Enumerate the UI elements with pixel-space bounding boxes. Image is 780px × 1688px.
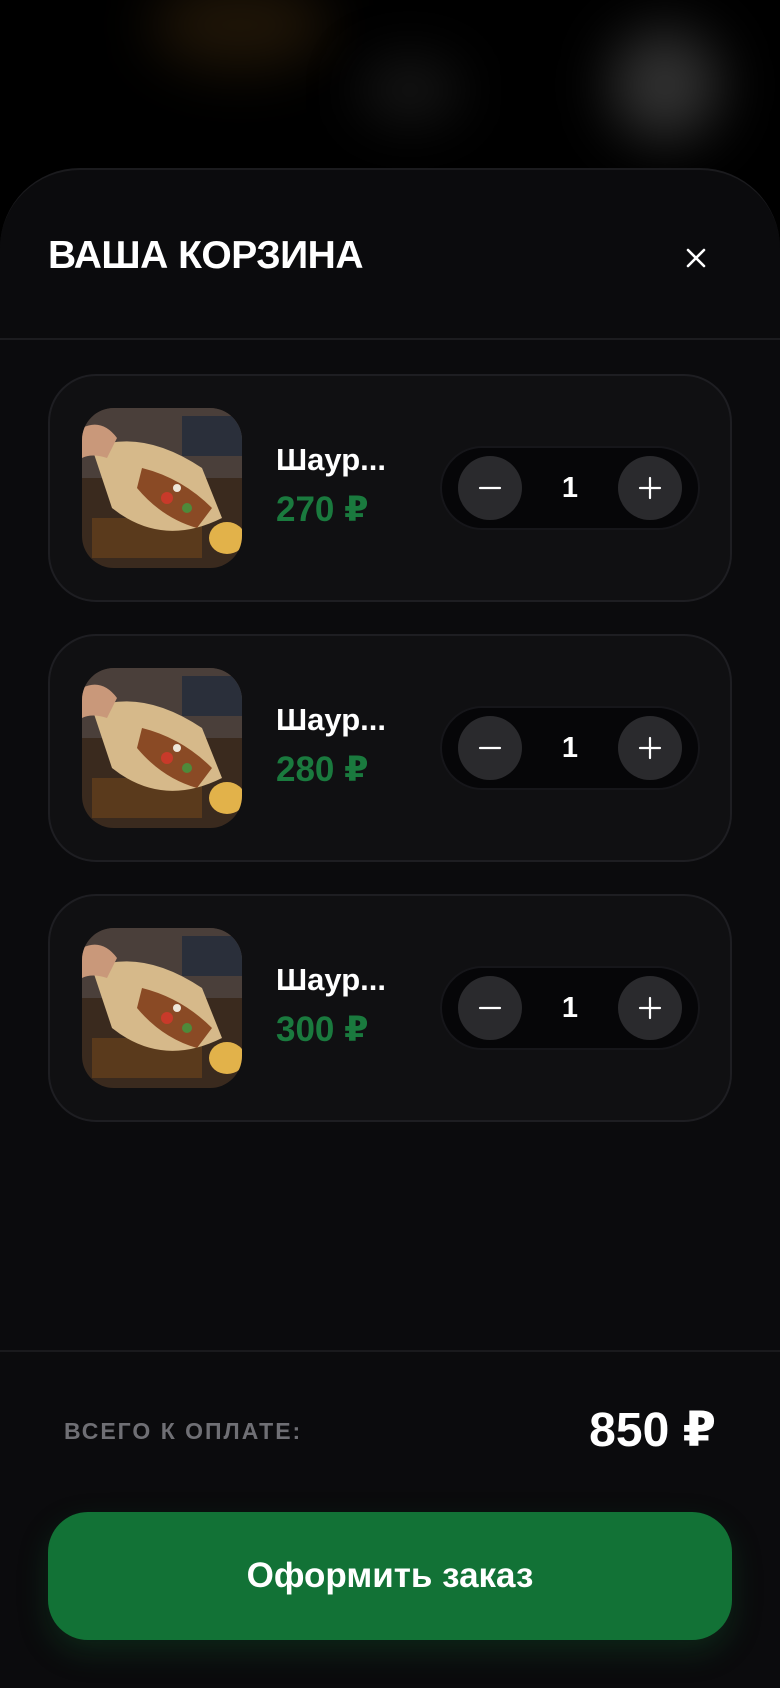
quantity-value: 1 xyxy=(561,731,579,764)
background-blur-shape xyxy=(360,60,460,120)
cart-item: Шаур... 300 ₽ 1 xyxy=(48,894,732,1122)
cart-item: Шаур... 280 ₽ 1 xyxy=(48,634,732,862)
minus-icon xyxy=(478,746,502,750)
item-price: 300 ₽ xyxy=(276,1010,369,1049)
quantity-stepper: 1 xyxy=(440,966,700,1050)
cart-item: Шаур... 270 ₽ 1 xyxy=(48,374,732,602)
footer-divider xyxy=(0,1350,780,1352)
decrease-button[interactable] xyxy=(458,976,522,1040)
cart-header: ВАША КОРЗИНА xyxy=(0,170,780,340)
checkout-button[interactable]: Оформить заказ xyxy=(48,1512,732,1640)
close-icon xyxy=(686,248,706,268)
total-value: 850 ₽ xyxy=(589,1404,716,1457)
item-name: Шаур... xyxy=(276,442,386,477)
close-button[interactable] xyxy=(676,238,716,278)
quantity-value: 1 xyxy=(561,991,579,1024)
background-blur-shape xyxy=(610,30,720,140)
quantity-stepper: 1 xyxy=(440,706,700,790)
item-name: Шаур... xyxy=(276,702,386,737)
product-image xyxy=(82,408,242,568)
cart-title: ВАША КОРЗИНА xyxy=(48,234,364,277)
background-blur-shape xyxy=(150,0,330,70)
product-image xyxy=(82,928,242,1088)
increase-button[interactable] xyxy=(618,976,682,1040)
cart-sheet: ВАША КОРЗИНА Шаур... 270 ₽ 1 Шаур... 280… xyxy=(0,168,780,1688)
increase-button[interactable] xyxy=(618,716,682,780)
decrease-button[interactable] xyxy=(458,716,522,780)
minus-icon xyxy=(478,1006,502,1010)
total-label: ВСЕГО К ОПЛАТЕ: xyxy=(64,1418,303,1444)
minus-icon xyxy=(478,486,502,490)
plus-icon xyxy=(638,996,662,1020)
plus-icon xyxy=(638,736,662,760)
product-image xyxy=(82,668,242,828)
decrease-button[interactable] xyxy=(458,456,522,520)
item-price: 270 ₽ xyxy=(276,490,369,529)
item-name: Шаур... xyxy=(276,962,386,997)
quantity-stepper: 1 xyxy=(440,446,700,530)
item-price: 280 ₽ xyxy=(276,750,369,789)
quantity-value: 1 xyxy=(561,471,579,504)
increase-button[interactable] xyxy=(618,456,682,520)
plus-icon xyxy=(638,476,662,500)
